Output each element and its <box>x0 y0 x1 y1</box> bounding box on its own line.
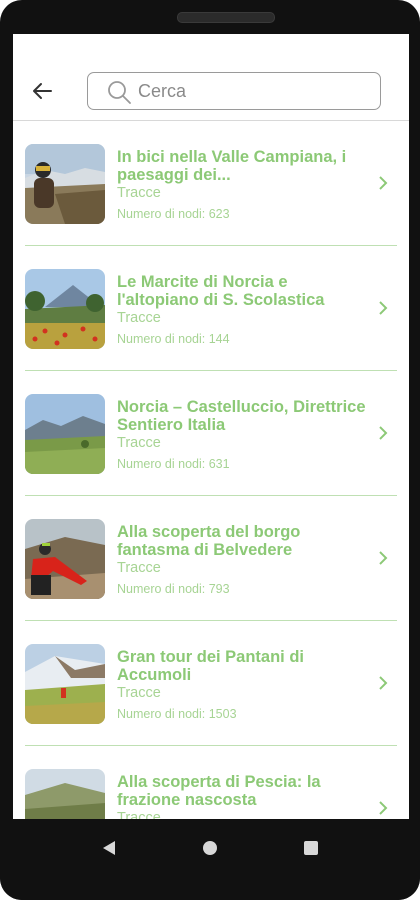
item-node-count: Numero di nodi: 631 <box>117 457 230 471</box>
item-category: Tracce <box>117 185 161 201</box>
chevron-right-icon <box>379 801 388 815</box>
item-category: Tracce <box>117 435 161 451</box>
item-title: Norcia – Castelluccio, Direttrice Sentie… <box>117 398 366 434</box>
square-recents-icon[interactable] <box>296 833 326 863</box>
route-thumbnail-image <box>25 394 105 474</box>
list-item[interactable]: Gran tour dei Pantani di Accumoli Tracce… <box>13 621 409 746</box>
chevron-right-icon <box>379 551 388 565</box>
search-input[interactable] <box>138 79 368 103</box>
chevron-right-icon <box>379 676 388 690</box>
route-thumbnail-image <box>25 269 105 349</box>
item-title: Le Marcite di Norcia e l'altopiano di S.… <box>117 273 325 309</box>
speaker-grille <box>177 12 275 23</box>
route-thumbnail-image <box>25 519 105 599</box>
search-icon <box>108 81 131 104</box>
item-title: Gran tour dei Pantani di Accumoli <box>117 648 305 684</box>
list-item[interactable]: Alla scoperta di Pescia: la frazione nas… <box>13 746 409 819</box>
item-category: Tracce <box>117 810 161 819</box>
item-category: Tracce <box>117 310 161 326</box>
item-category: Tracce <box>117 560 161 576</box>
item-node-count: Numero di nodi: 623 <box>117 207 230 221</box>
route-list: In bici nella Valle Campiana, i paesaggi… <box>13 121 409 819</box>
chevron-right-icon <box>379 301 388 315</box>
triangle-back-icon[interactable] <box>94 833 124 863</box>
top-bar <box>13 34 409 121</box>
route-thumbnail-image <box>25 144 105 224</box>
list-item[interactable]: Norcia – Castelluccio, Direttrice Sentie… <box>13 371 409 496</box>
android-nav-bar <box>0 819 420 900</box>
chevron-right-icon <box>379 426 388 440</box>
item-category: Tracce <box>117 685 161 701</box>
item-node-count: Numero di nodi: 144 <box>117 332 230 346</box>
chevron-right-icon <box>379 176 388 190</box>
item-node-count: Numero di nodi: 1503 <box>117 707 237 721</box>
list-item[interactable]: In bici nella Valle Campiana, i paesaggi… <box>13 121 409 246</box>
search-box[interactable] <box>87 72 381 110</box>
item-title: Alla scoperta di Pescia: la frazione nas… <box>117 773 321 809</box>
circle-home-icon[interactable] <box>195 833 225 863</box>
item-title: Alla scoperta del borgo fantasma di Belv… <box>117 523 301 559</box>
route-thumbnail-image <box>25 644 105 724</box>
item-node-count: Numero di nodi: 793 <box>117 582 230 596</box>
list-item[interactable]: Alla scoperta del borgo fantasma di Belv… <box>13 496 409 621</box>
app-screen: In bici nella Valle Campiana, i paesaggi… <box>13 34 409 819</box>
arrow-left-icon[interactable] <box>31 80 53 102</box>
list-item[interactable]: Le Marcite di Norcia e l'altopiano di S.… <box>13 246 409 371</box>
item-title: In bici nella Valle Campiana, i paesaggi… <box>117 148 347 184</box>
phone-frame: In bici nella Valle Campiana, i paesaggi… <box>0 0 420 900</box>
route-thumbnail-image <box>25 769 105 819</box>
